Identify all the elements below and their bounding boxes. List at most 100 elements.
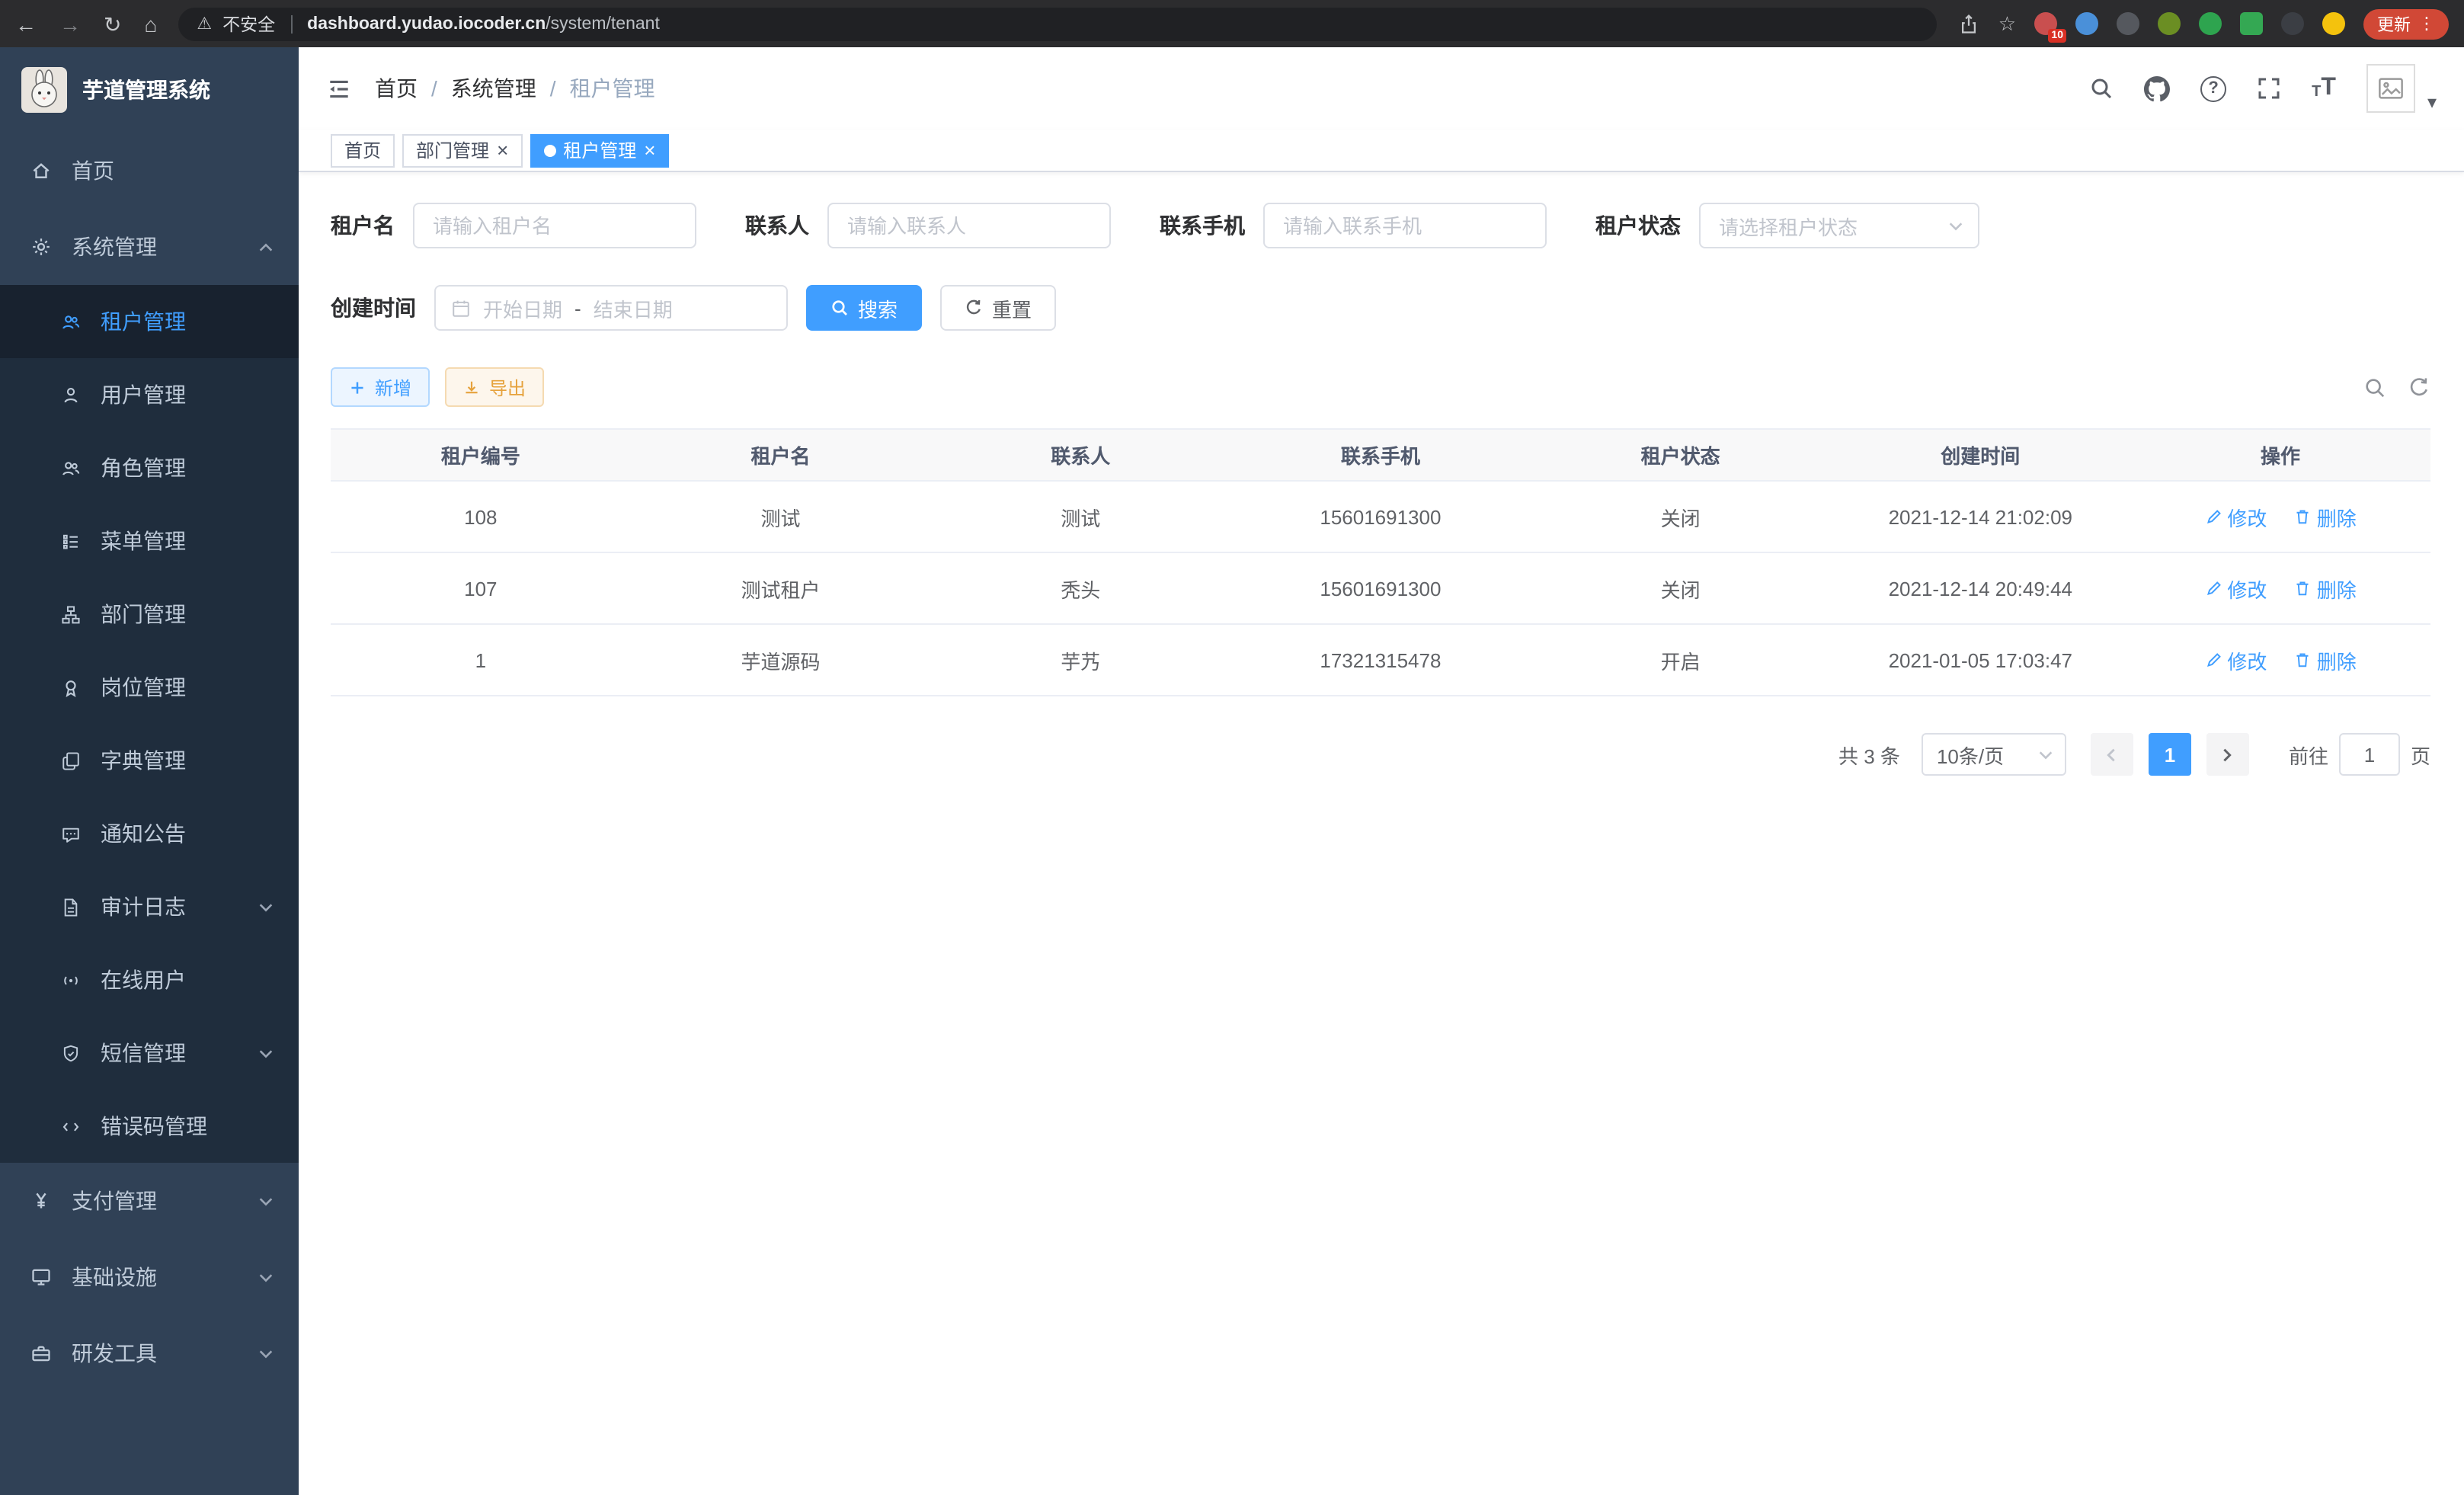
- tab-tenant[interactable]: 租户管理 ×: [530, 133, 669, 167]
- prev-page-button[interactable]: [2091, 733, 2133, 776]
- col-mobile: 联系手机: [1230, 429, 1531, 481]
- font-size-icon[interactable]: TT: [2312, 76, 2336, 101]
- sidebar-item-infra[interactable]: 基础设施: [0, 1239, 299, 1315]
- github-icon[interactable]: [2144, 75, 2170, 101]
- sidebar-item-post[interactable]: 岗位管理: [0, 651, 299, 724]
- export-button[interactable]: 导出: [445, 367, 544, 407]
- fullscreen-icon[interactable]: [2257, 76, 2281, 101]
- reload-icon[interactable]: ↻: [104, 13, 121, 34]
- tenant-name-input[interactable]: [413, 203, 696, 248]
- forward-icon[interactable]: →: [59, 13, 81, 34]
- tenant-table: 租户编号 租户名 联系人 联系手机 租户状态 创建时间 操作 108 测试: [331, 428, 2430, 696]
- home-icon: [30, 160, 52, 181]
- user-icon: [61, 385, 81, 405]
- sidebar-item-online-users[interactable]: 在线用户: [0, 943, 299, 1016]
- extension-icon[interactable]: [2322, 12, 2345, 35]
- sidebar-item-tenant[interactable]: 租户管理: [0, 285, 299, 358]
- next-page-button[interactable]: [2206, 733, 2249, 776]
- sidebar-item-audit-log[interactable]: 审计日志: [0, 870, 299, 943]
- sidebar-item-role[interactable]: 角色管理: [0, 431, 299, 504]
- sidebar-item-menu[interactable]: 菜单管理: [0, 504, 299, 578]
- show-search-icon[interactable]: [2363, 376, 2386, 399]
- search-button[interactable]: 搜索: [806, 285, 922, 331]
- sidebar-item-sms[interactable]: 短信管理: [0, 1016, 299, 1090]
- extension-icon[interactable]: [2158, 12, 2181, 35]
- medal-icon: [61, 677, 81, 697]
- close-icon[interactable]: ×: [497, 140, 508, 160]
- divider: [290, 14, 292, 33]
- monitor-icon: [30, 1266, 52, 1288]
- update-button[interactable]: 更新 ⋮: [2363, 8, 2449, 39]
- sidebar-item-payment[interactable]: 支付管理: [0, 1163, 299, 1239]
- edit-button[interactable]: 修改: [2204, 645, 2267, 674]
- edit-button[interactable]: 修改: [2204, 502, 2267, 531]
- reset-button[interactable]: 重置: [940, 285, 1056, 331]
- back-icon[interactable]: ←: [15, 13, 37, 34]
- status-select[interactable]: 请选择租户状态: [1699, 203, 1979, 248]
- goto-page-input[interactable]: [2339, 733, 2400, 776]
- tab-dept[interactable]: 部门管理 ×: [402, 133, 522, 167]
- table-row: 108 测试 测试 15601691300 关闭 2021-12-14 21:0…: [331, 481, 2430, 552]
- copy-book-icon: [61, 751, 81, 770]
- search-icon: [830, 299, 849, 317]
- chevron-down-icon: [2037, 746, 2054, 763]
- contact-input[interactable]: [827, 203, 1111, 248]
- delete-button[interactable]: 删除: [2294, 502, 2357, 531]
- avatar[interactable]: [2366, 64, 2415, 113]
- end-date-placeholder: 结束日期: [594, 293, 673, 322]
- help-icon[interactable]: ?: [2200, 75, 2226, 101]
- col-tenant-name: 租户名: [631, 429, 931, 481]
- extension-icon[interactable]: [2199, 12, 2222, 35]
- sidebar-item-user[interactable]: 用户管理: [0, 358, 299, 431]
- logo[interactable]: 芋道管理系统: [0, 47, 299, 133]
- search-icon[interactable]: [2089, 76, 2114, 101]
- breadcrumb-home[interactable]: 首页: [375, 73, 418, 104]
- add-button[interactable]: 新增: [331, 367, 430, 407]
- delete-button[interactable]: 删除: [2294, 574, 2357, 603]
- mobile-input[interactable]: [1263, 203, 1547, 248]
- sidebar-item-system[interactable]: 系统管理: [0, 209, 299, 285]
- broadcast-icon: [61, 970, 81, 990]
- sidebar-item-error-code[interactable]: 错误码管理: [0, 1090, 299, 1163]
- home-icon[interactable]: ⌂: [144, 13, 157, 34]
- extension-icon[interactable]: 10: [2034, 12, 2057, 35]
- browser-menu-icon[interactable]: ⋮: [2418, 14, 2435, 34]
- content: 租户名 联系人 联系手机 租户状态 请选择租户状态: [299, 172, 2464, 776]
- col-actions: 操作: [2130, 429, 2430, 481]
- date-range-picker[interactable]: 开始日期 - 结束日期: [434, 285, 788, 331]
- edit-button[interactable]: 修改: [2204, 574, 2267, 603]
- sidebar-item-dev-tools[interactable]: 研发工具: [0, 1315, 299, 1391]
- extension-icon[interactable]: [2240, 12, 2263, 35]
- collapse-sidebar-icon[interactable]: [299, 75, 375, 101]
- address-bar[interactable]: ⚠ 不安全 dashboard.yudao.iocoder.cn/system/…: [178, 7, 1937, 40]
- close-icon[interactable]: ×: [644, 140, 655, 160]
- refresh-table-icon[interactable]: [2408, 376, 2430, 399]
- page-number-current[interactable]: 1: [2149, 733, 2191, 776]
- security-label[interactable]: 不安全: [222, 11, 275, 36]
- sidebar-item-dict[interactable]: 字典管理: [0, 724, 299, 797]
- status-text: 关闭: [1531, 481, 1831, 552]
- chevron-down-icon: [258, 898, 274, 915]
- chat-bubble-icon: [61, 824, 81, 844]
- browser-chrome: ← → ↻ ⌂ ⚠ 不安全 dashboard.yudao.iocoder.cn…: [0, 0, 2464, 47]
- tab-home[interactable]: 首页: [331, 133, 395, 167]
- total-count: 共 3 条: [1838, 740, 1900, 769]
- share-icon[interactable]: [1959, 13, 1980, 34]
- list-icon: [61, 531, 81, 551]
- caret-down-icon[interactable]: ▾: [2427, 91, 2437, 113]
- page-size-select[interactable]: 10条/页: [1922, 733, 2066, 776]
- extension-icon[interactable]: [2075, 12, 2098, 35]
- extension-icon[interactable]: [2281, 12, 2304, 35]
- sidebar-item-home[interactable]: 首页: [0, 133, 299, 209]
- role-users-icon: [61, 458, 81, 478]
- gear-icon: [30, 236, 52, 258]
- sidebar-item-notice[interactable]: 通知公告: [0, 797, 299, 870]
- delete-button[interactable]: 删除: [2294, 645, 2357, 674]
- table-header-row: 租户编号 租户名 联系人 联系手机 租户状态 创建时间 操作: [331, 429, 2430, 481]
- bookmark-star-icon[interactable]: ☆: [1998, 11, 2016, 36]
- browser-nav: ← → ↻ ⌂: [15, 13, 157, 34]
- sidebar-item-dept[interactable]: 部门管理: [0, 578, 299, 651]
- breadcrumb-system[interactable]: 系统管理: [451, 73, 536, 104]
- tags-view-bar: 首页 部门管理 × 租户管理 ×: [299, 130, 2464, 172]
- extension-icon[interactable]: [2117, 12, 2139, 35]
